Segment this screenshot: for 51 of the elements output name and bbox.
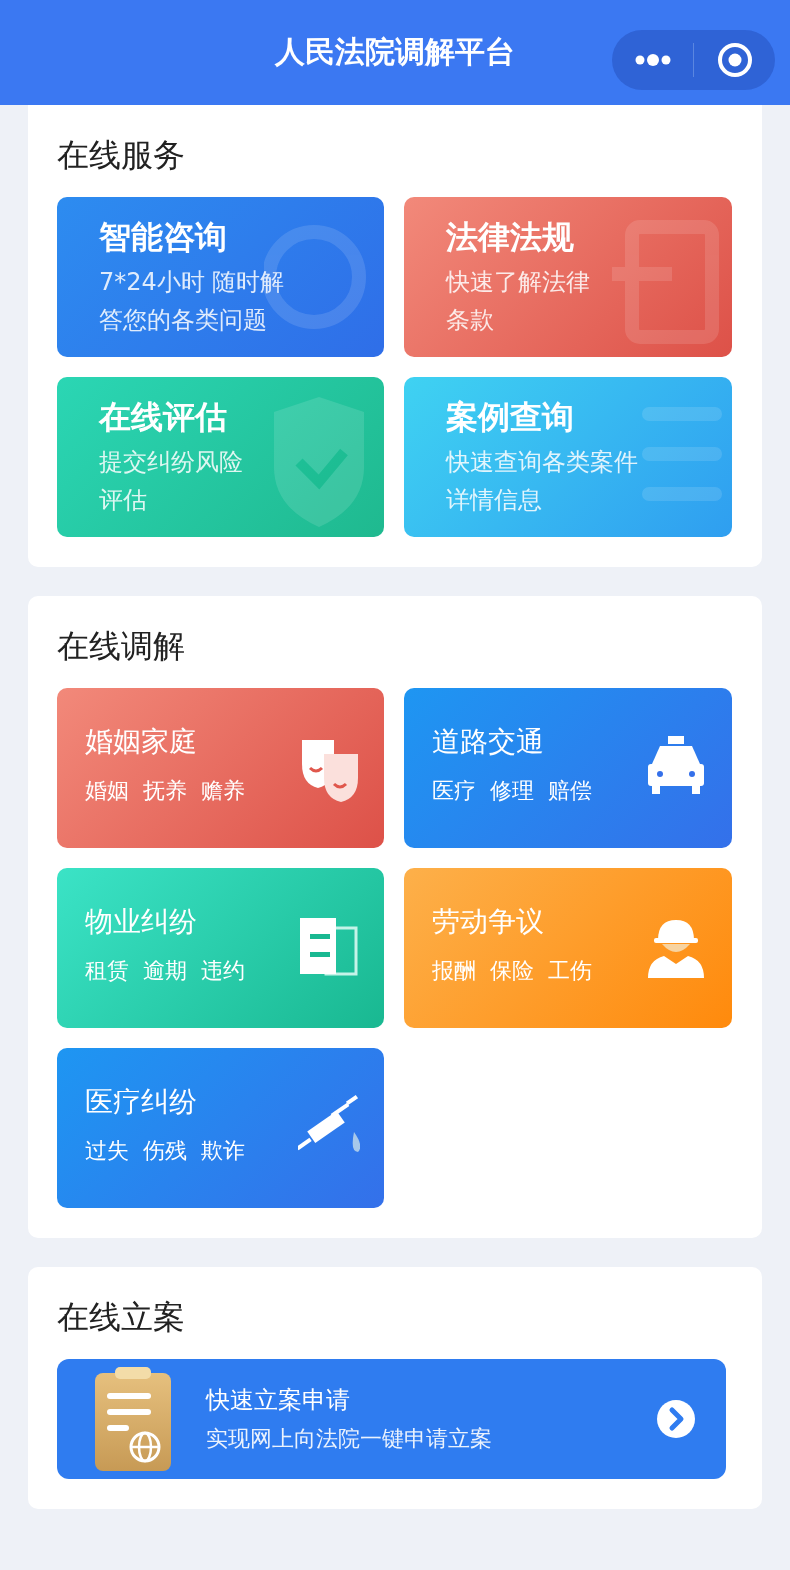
target-icon bbox=[716, 42, 753, 78]
tile-tag: 抚养 bbox=[143, 776, 187, 806]
tile-title: 案例查询 bbox=[446, 397, 575, 438]
tile-tag: 医疗 bbox=[432, 776, 476, 806]
mediation-tile[interactable]: 婚姻家庭 婚姻 抚养 赡养 bbox=[57, 688, 384, 848]
tile-tag: 婚姻 bbox=[85, 776, 129, 806]
tile-tag: 逾期 bbox=[143, 956, 187, 986]
clipboard-icon bbox=[95, 1367, 171, 1471]
section-title: 在线调解 bbox=[57, 626, 186, 666]
tile-description: 详情信息 bbox=[446, 485, 543, 516]
tile-description: 快速查询各类案件 bbox=[446, 447, 639, 478]
section-title: 在线立案 bbox=[57, 1297, 186, 1337]
service-tile[interactable]: 案例查询 快速查询各类案件 详情信息 bbox=[404, 377, 732, 537]
tile-title: 道路交通 bbox=[432, 724, 545, 760]
tile-description: 答您的各类问题 bbox=[99, 305, 268, 336]
window-title: 人民法院调解平台 bbox=[275, 33, 515, 71]
section-title: 在线服务 bbox=[57, 135, 186, 175]
tile-tag: 租赁 bbox=[85, 956, 129, 986]
tile-tag: 伤残 bbox=[143, 1136, 187, 1166]
tile-description: 快速了解法律 bbox=[446, 267, 591, 298]
chevron-icon bbox=[656, 1399, 696, 1439]
tile-tag: 报酬 bbox=[432, 956, 476, 986]
tile-title: 智能咨询 bbox=[99, 217, 228, 258]
tile-description: 提交纠纷风险 bbox=[99, 447, 244, 478]
tile-tag: 违约 bbox=[201, 956, 245, 986]
tile-description: 条款 bbox=[446, 305, 495, 336]
tile-tag: 欺诈 bbox=[201, 1136, 245, 1166]
tile-tag: 保险 bbox=[490, 956, 534, 986]
tile-title: 法律法规 bbox=[446, 217, 575, 258]
tile-title: 婚姻家庭 bbox=[85, 724, 198, 760]
tile-tag: 赔偿 bbox=[548, 776, 592, 806]
mediation-tile[interactable]: 物业纠纷 租赁 逾期 违约 bbox=[57, 868, 384, 1028]
tile-title: 医疗纠纷 bbox=[85, 1084, 198, 1120]
banner-title: 快速立案申请 bbox=[206, 1385, 351, 1416]
tile-description: 7*24小时 随时解 bbox=[99, 267, 286, 298]
tile-title: 劳动争议 bbox=[432, 904, 545, 940]
tile-description: 评估 bbox=[99, 485, 148, 516]
service-tile[interactable]: 在线评估 提交纠纷风险 评估 bbox=[57, 377, 384, 537]
filing-banner[interactable]: 快速立案申请 实现网上向法院一键申请立案 bbox=[57, 1359, 726, 1479]
tile-tag: 工伤 bbox=[548, 956, 592, 986]
mediation-tile[interactable]: 医疗纠纷 过失 伤残 欺诈 bbox=[57, 1048, 384, 1208]
tile-title: 物业纠纷 bbox=[85, 904, 198, 940]
banner-subtitle: 实现网上向法院一键申请立案 bbox=[206, 1425, 493, 1453]
service-tile[interactable]: 法律法规 快速了解法律 条款 bbox=[404, 197, 732, 357]
mediation-tile[interactable]: 道路交通 医疗 修理 赔偿 bbox=[404, 688, 732, 848]
mediation-tile[interactable]: 劳动争议 报酬 保险 工伤 bbox=[404, 868, 732, 1028]
service-tile[interactable]: 智能咨询 7*24小时 随时解 答您的各类问题 bbox=[57, 197, 384, 357]
tile-tag: 赡养 bbox=[201, 776, 245, 806]
tile-title: 在线评估 bbox=[99, 397, 228, 438]
tile-tag: 修理 bbox=[490, 776, 534, 806]
tile-tag: 过失 bbox=[85, 1136, 129, 1166]
